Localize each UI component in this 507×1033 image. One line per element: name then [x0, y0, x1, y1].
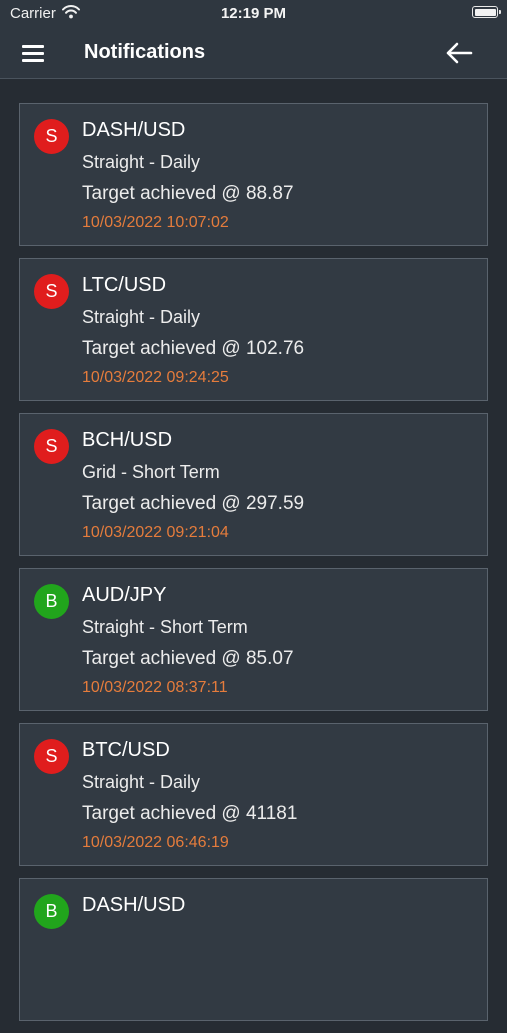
status-bar: Carrier 12:19 PM: [0, 0, 507, 28]
strategy-label: Straight - Daily: [82, 772, 201, 792]
target-text: Target achieved @ 297.59: [82, 493, 305, 514]
target-text: Target achieved @ 102.76: [82, 338, 305, 359]
buy-badge: B: [34, 584, 69, 619]
sell-badge: S: [34, 739, 69, 774]
sell-badge: S: [34, 274, 69, 309]
page-title: Notifications: [84, 41, 206, 63]
timestamp: 10/03/2022 09:21:04: [82, 524, 229, 541]
target-text: Target achieved @ 85.07: [82, 648, 294, 669]
currency-pair: BTC/USD: [82, 739, 170, 761]
currency-pair: DASH/USD: [82, 119, 186, 141]
currency-pair: LTC/USD: [82, 274, 167, 296]
currency-pair: DASH/USD: [82, 894, 186, 916]
strategy-label: Straight - Daily: [82, 152, 201, 172]
currency-pair: BCH/USD: [82, 429, 173, 451]
sell-badge: S: [34, 429, 69, 464]
timestamp: 10/03/2022 09:24:25: [82, 369, 229, 386]
strategy-label: Straight - Daily: [82, 307, 201, 327]
nav-bar: Notifications: [0, 28, 507, 79]
notification-card[interactable]: B DASH/USD: [19, 878, 488, 1021]
notification-list: S DASH/USD Straight - Daily Target achie…: [19, 103, 488, 1033]
target-text: Target achieved @ 41181: [82, 803, 298, 824]
strategy-label: Grid - Short Term: [82, 462, 220, 482]
hamburger-menu-icon[interactable]: [22, 44, 44, 62]
sell-badge: S: [34, 119, 69, 154]
notification-card[interactable]: S LTC/USD Straight - Daily Target achiev…: [19, 258, 488, 401]
battery-icon: [472, 6, 501, 18]
notification-card[interactable]: S BTC/USD Straight - Daily Target achiev…: [19, 723, 488, 866]
timestamp: 10/03/2022 06:46:19: [82, 834, 229, 851]
timestamp: 10/03/2022 10:07:02: [82, 214, 229, 231]
notification-card[interactable]: B AUD/JPY Straight - Short Term Target a…: [19, 568, 488, 711]
buy-badge: B: [34, 894, 69, 929]
currency-pair: AUD/JPY: [82, 584, 167, 606]
back-arrow-icon[interactable]: [445, 41, 473, 65]
timestamp: 10/03/2022 08:37:11: [82, 679, 228, 696]
notification-card[interactable]: S DASH/USD Straight - Daily Target achie…: [19, 103, 488, 246]
strategy-label: Straight - Short Term: [82, 617, 248, 637]
notification-card[interactable]: S BCH/USD Grid - Short Term Target achie…: [19, 413, 488, 556]
target-text: Target achieved @ 88.87: [82, 183, 294, 204]
status-time: 12:19 PM: [220, 5, 287, 22]
